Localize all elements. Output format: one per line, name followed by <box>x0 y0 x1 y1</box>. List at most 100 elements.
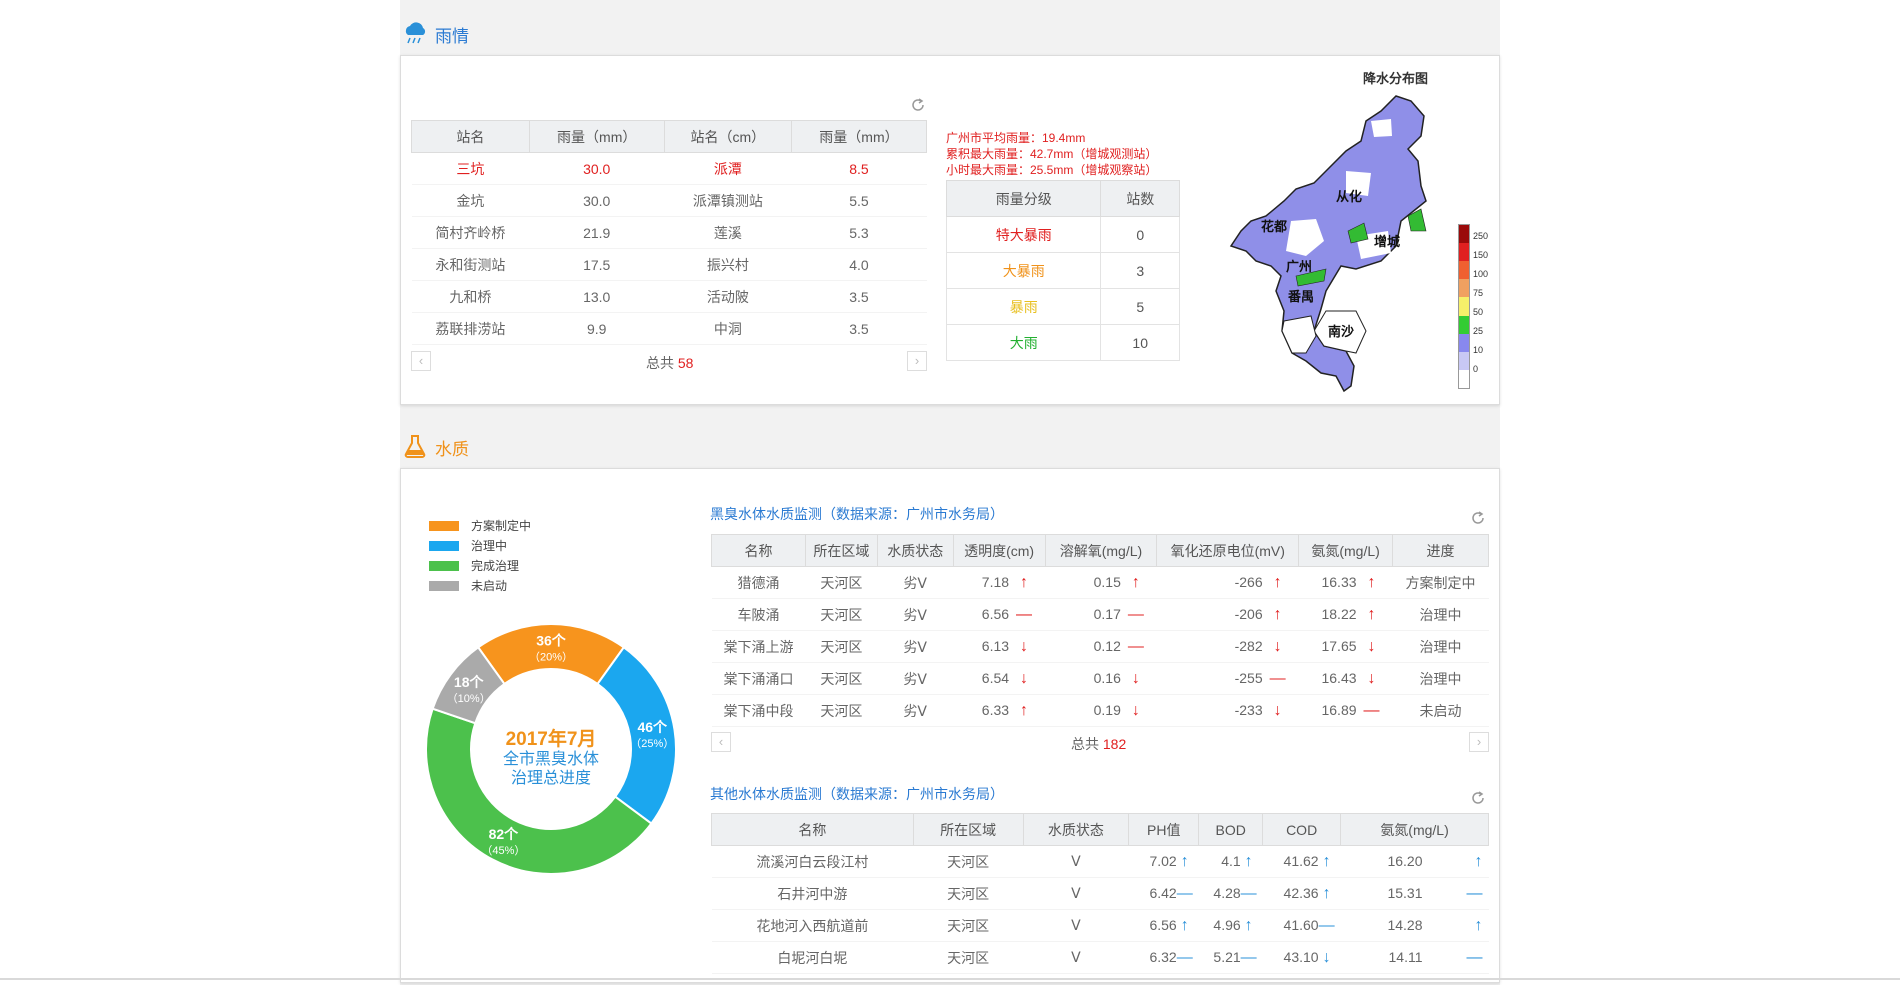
station-count-cell: 0 <box>1100 216 1180 253</box>
table-row[interactable]: 三坑 30.0 派潭 8.5 <box>411 152 927 185</box>
bod-cell: 4.1 ↑ <box>1198 845 1263 878</box>
refresh-icon[interactable] <box>1469 789 1487 807</box>
water-name-cell: 棠下涌涌口 <box>711 662 806 695</box>
black-water-table-title: 黑臭水体水质监测（数据来源：广州市水务局） <box>710 506 1004 522</box>
table-row[interactable]: 猎德涌 天河区 劣Ⅴ 7.18 ↑ 0.15 ↑ -266 ↑ 16.33 ↑ 方案制定中 <box>711 566 1489 599</box>
oxygen-cell: 0.19 ↓ <box>1045 694 1157 727</box>
column-header: 水质状态 <box>1022 813 1130 846</box>
legend-item[interactable]: 完成治理 <box>429 557 519 574</box>
value: 14.11 <box>1388 948 1423 965</box>
table-row[interactable]: 棠下涌上游 天河区 劣Ⅴ 6.13 ↓ 0.12 — -282 ↓ 17.65 ↓ 治理中 <box>711 630 1489 663</box>
table-row: 暴雨 5 <box>945 288 1180 325</box>
table-row[interactable]: 荔联排涝站 9.9 中洞 3.5 <box>411 312 927 345</box>
status-cell: 劣Ⅴ <box>877 662 954 695</box>
value: 43.10 <box>1283 948 1319 965</box>
trend-arrow-icon: ↓ <box>1131 669 1140 687</box>
station-name-cell: 派潭 <box>664 152 792 185</box>
value: 6.13 <box>981 637 1010 654</box>
table-row[interactable]: 棠下涌中段 天河区 劣Ⅴ 6.33 ↑ 0.19 ↓ -233 ↓ 16.89 — 未启动 <box>711 694 1489 727</box>
total-value: 58 <box>677 355 694 371</box>
map-label-nansha: 南沙 <box>1328 324 1354 339</box>
legend-color-band <box>1459 315 1469 334</box>
column-header: 站名（cm） <box>663 120 792 153</box>
table-row[interactable]: 白坭河白坭 天河区 Ⅴ 6.32— 5.21— 43.10 ↓ 14.11— <box>711 941 1489 974</box>
rainfall-cell: 30.0 <box>529 152 665 185</box>
legend-item[interactable]: 未启动 <box>429 577 507 594</box>
legend-swatch <box>429 560 459 571</box>
max-accumulated-text: 累积最大雨量：42.7mm（增城观测站） <box>946 147 1158 161</box>
table-row[interactable]: 棠下涌涌口 天河区 劣Ⅴ 6.54 ↓ 0.16 ↓ -255 — 16.43 ↓ 治理中 <box>711 662 1489 695</box>
donut-center-line3: 治理总进度 <box>510 770 591 787</box>
value: 18.22 <box>1321 605 1357 622</box>
table-row[interactable]: 车陂涌 天河区 劣Ⅴ 6.56 — 0.17 — -206 ↑ 18.22 ↑ 治理中 <box>711 598 1489 631</box>
rainfall-cell: 4.0 <box>791 248 927 281</box>
value: 15.31 <box>1387 884 1423 901</box>
next-page-button[interactable]: › <box>1469 732 1489 752</box>
trend-arrow-icon: ↑ <box>1322 884 1331 902</box>
table-row[interactable]: 流溪河白云段江村 天河区 Ⅴ 7.02 ↑ 4.1 ↑ 41.62 ↑ 16.20 ↑ <box>711 845 1489 878</box>
refresh-icon[interactable] <box>1469 509 1487 527</box>
column-header: 氨氮(mg/L) <box>1298 534 1394 567</box>
bod-cell: 4.28— <box>1198 877 1263 910</box>
trend-arrow-icon: ↓ <box>1273 637 1282 655</box>
table-row[interactable]: 金坑 30.0 派潭镇测站 5.5 <box>411 184 927 217</box>
prev-page-button[interactable]: ‹ <box>411 351 431 371</box>
black-water-total: 总共 182 <box>1071 734 1126 754</box>
column-header: 雨量（mm） <box>790 120 928 153</box>
value: 0.19 <box>1093 701 1121 718</box>
progress-cell: 方案制定中 <box>1392 566 1489 599</box>
donut-slice-label: 82个 <box>489 826 520 842</box>
donut-slice-label: 36个 <box>536 633 567 649</box>
legend-item[interactable]: 方案制定中 <box>429 517 531 534</box>
value: 14.28 <box>1387 916 1423 933</box>
column-header: 透明度(cm) <box>952 534 1046 567</box>
grade-cell: 大暴雨 <box>945 252 1102 289</box>
value: 6.32 <box>1149 948 1177 965</box>
station-name-cell: 九和桥 <box>411 280 530 313</box>
trend-arrow-icon: ↑ <box>1244 852 1253 870</box>
table-row[interactable]: 永和街测站 17.5 振兴村 4.0 <box>411 248 927 281</box>
ammonia-cell: 15.31 — <box>1340 877 1489 910</box>
value: 17.65 <box>1321 637 1357 654</box>
table-header-row: 名称 所在区域 水质状态 透明度(cm) 溶解氧(mg/L) 氧化还原电位(mV) 氨氮(m… <box>711 534 1489 567</box>
water-panel: 方案制定中 治理中 完成治理 未启动 36个 （20%） 46个 （25%） 82个 （45%）… <box>400 468 1500 983</box>
legend-label: 完成治理 <box>471 559 520 573</box>
table-row[interactable]: 石井河中游 天河区 Ⅴ 6.42— 4.28— 42.36 ↑ 15.31— <box>711 877 1489 910</box>
table-row[interactable]: 花地河入西航道前 天河区 Ⅴ 6.56 ↑ 4.96 ↑ 41.60— 14.28 ↑ <box>711 909 1489 942</box>
rainfall-cell: 5.3 <box>791 216 927 249</box>
status-cell: Ⅴ <box>1023 909 1129 942</box>
map-label-conghua: 从化 <box>1336 189 1362 204</box>
value: 16.43 <box>1321 669 1357 686</box>
oxygen-cell: 0.16 ↓ <box>1045 662 1157 695</box>
table-row[interactable]: 九和桥 13.0 活动陂 3.5 <box>411 280 927 313</box>
ammonia-cell: 16.33 ↑ <box>1298 566 1393 599</box>
oxygen-cell: 0.12 — <box>1045 630 1157 663</box>
station-name-cell: 简村齐岭桥 <box>411 216 530 249</box>
column-header: 站数 <box>1100 180 1180 217</box>
table-header-row: 名称 所在区域 水质状态 PH值 BOD COD 氨氮(mg/L) <box>711 813 1489 846</box>
ammonia-cell: 16.89 — <box>1298 694 1393 727</box>
rain-section-title: 雨情 <box>435 27 469 46</box>
trend-arrow-icon: ↑ <box>1367 573 1376 591</box>
rainfall-distribution-map[interactable]: 从化 花都 增城 广州 番禺 南沙 <box>1196 91 1476 401</box>
next-page-button[interactable]: › <box>907 351 927 371</box>
table-row[interactable]: 简村齐岭桥 21.9 莲溪 5.3 <box>411 216 927 249</box>
table-row: 大暴雨 3 <box>945 252 1180 289</box>
station-name-cell: 荔联排涝站 <box>411 312 530 345</box>
value: 0.12 <box>1093 637 1121 654</box>
refresh-icon[interactable] <box>909 96 927 114</box>
legend-tick-label: 250 <box>1473 231 1489 241</box>
total-value: 182 <box>1102 736 1127 752</box>
legend-color-band <box>1459 225 1469 244</box>
bottom-divider <box>0 978 1900 980</box>
prev-page-button[interactable]: ‹ <box>711 732 731 752</box>
bod-cell: 5.21— <box>1198 941 1263 974</box>
map-label-guangzhou: 广州 <box>1286 259 1312 274</box>
table-header-row: 站名 雨量（mm） 站名（cm） 雨量（mm） <box>411 120 928 153</box>
legend-item[interactable]: 治理中 <box>429 537 507 554</box>
transparency-cell: 6.54 ↓ <box>953 662 1046 695</box>
legend-color-band <box>1459 351 1469 370</box>
trend-arrow-icon: — <box>1240 884 1257 902</box>
trend-arrow-icon: ↑ <box>1180 852 1189 870</box>
cod-cell: 41.62 ↑ <box>1262 845 1341 878</box>
